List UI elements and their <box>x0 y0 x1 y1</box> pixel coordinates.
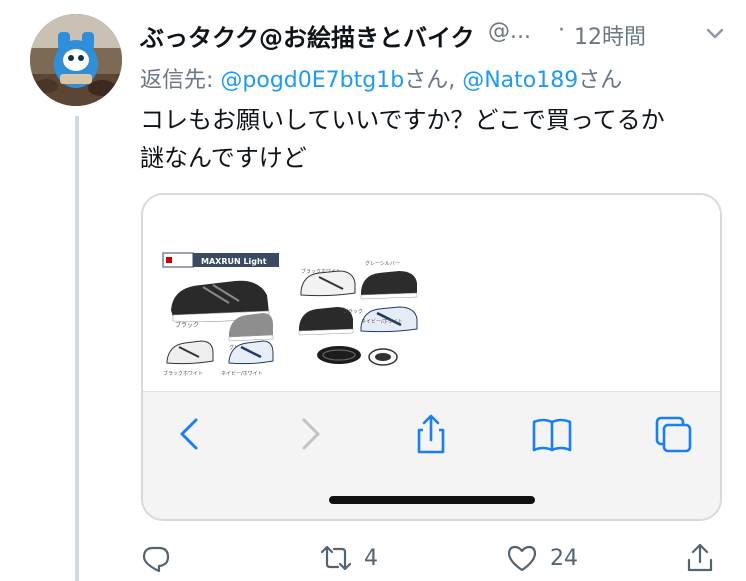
retweet-count: 4 <box>364 545 378 571</box>
retweet-icon <box>320 545 352 571</box>
svg-text:ブラック: ブラック <box>175 321 199 329</box>
avatar[interactable] <box>30 14 122 106</box>
home-indicator <box>329 496 535 504</box>
reply-mention-link[interactable]: @pogd0E7btg1b <box>220 68 404 93</box>
like-count: 24 <box>550 545 578 571</box>
tweet-actions: 4 24 <box>140 538 730 578</box>
tweet-header: ぶっタクク@お絵描きとバイク @... · 12時間 <box>140 14 726 54</box>
brand-label: MAXRUN Light <box>201 257 267 266</box>
svg-text:ブラックホワイト: ブラックホワイト <box>163 370 203 377</box>
display-name[interactable]: ぶっタクク@お絵描きとバイク <box>140 18 475 53</box>
heart-icon <box>507 545 537 572</box>
upload-share-icon <box>687 543 713 572</box>
tweet-text: コレもお願いしていいですか？どこで買ってるか 謎なんですけど <box>140 101 730 177</box>
avatar-image <box>30 14 122 106</box>
svg-text:ブラック: ブラック <box>343 308 363 315</box>
thread-connector-line <box>75 116 79 581</box>
tweet-text-line: コレもお願いしていいですか？どこで買ってるか <box>140 106 665 134</box>
bookmarks-icon[interactable] <box>530 412 574 456</box>
browser-toolbar <box>143 391 720 519</box>
reply-to-prefix: 返信先: <box>140 68 221 93</box>
like-button[interactable]: 24 <box>506 538 578 578</box>
back-arrow-icon[interactable] <box>168 412 212 456</box>
user-handle[interactable]: @... <box>488 19 531 44</box>
reply-mention-suffix: さん <box>578 68 623 93</box>
shoe-product-image: MAXRUN Light ブラック グレーシルバー ブラックホワイト ネイビー/… <box>143 195 720 391</box>
share-icon[interactable] <box>409 412 453 456</box>
svg-text:ネイビー/ホワイト: ネイビー/ホワイト <box>221 370 263 377</box>
tweet-timestamp[interactable]: 12時間 <box>574 19 646 51</box>
shoe-catalog-picture: MAXRUN Light ブラック グレーシルバー ブラックホワイト ネイビー/… <box>162 252 418 377</box>
header-separator: · <box>558 18 565 43</box>
share-tweet-button[interactable] <box>684 538 728 578</box>
forward-arrow-icon[interactable] <box>288 412 332 456</box>
chevron-down-icon[interactable] <box>704 22 726 44</box>
retweet-button[interactable]: 4 <box>320 538 378 578</box>
tabs-icon[interactable] <box>651 412 695 456</box>
reply-mention-suffix: さん, <box>404 68 463 93</box>
reply-button[interactable] <box>140 538 184 578</box>
svg-text:ネイビー/ホワイト: ネイビー/ホワイト <box>361 318 403 325</box>
reply-mention-link[interactable]: @Nato189 <box>462 68 578 93</box>
reply-icon <box>142 546 170 573</box>
reply-to-line: 返信先: @pogd0E7btg1bさん, @Nato189さん <box>140 62 622 94</box>
media-attachment[interactable]: MAXRUN Light ブラック グレーシルバー ブラックホワイト ネイビー/… <box>141 193 722 521</box>
tweet-text-line: 謎なんですけど <box>140 144 307 172</box>
svg-text:グレーシルバー: グレーシルバー <box>365 260 400 267</box>
